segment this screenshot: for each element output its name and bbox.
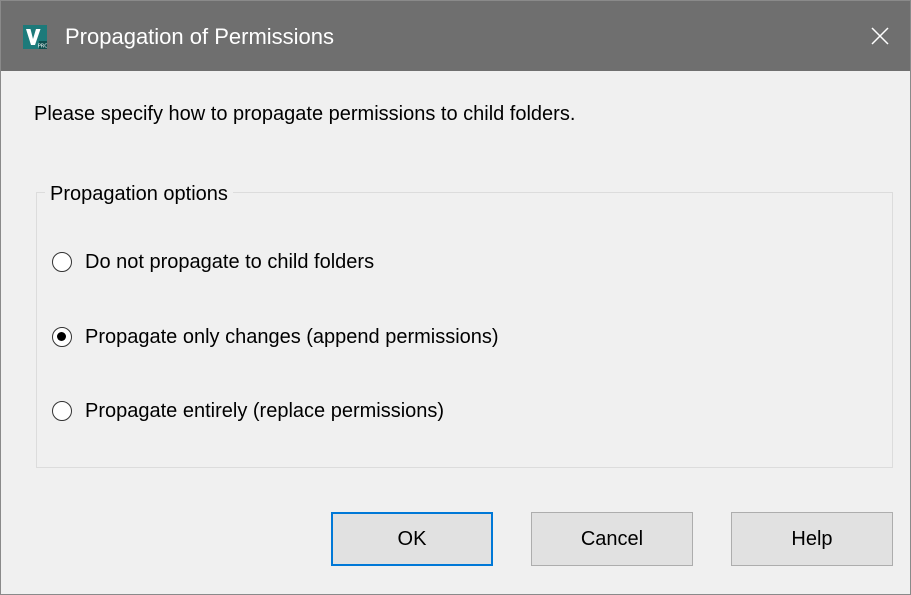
radio-label: Propagate only changes (append permissio… [85,326,499,348]
radio-button[interactable] [52,401,72,421]
radio-label: Propagate entirely (replace permissions) [85,400,445,422]
radio-button[interactable] [52,252,72,272]
radio-propagate-entirely[interactable]: Propagate entirely (replace permissions) [52,398,444,424]
help-button[interactable]: Help [731,512,893,566]
propagation-options-legend: Propagation options [45,181,233,207]
ok-button[interactable]: OK [331,512,493,566]
radio-do-not-propagate[interactable]: Do not propagate to child folders [52,249,374,275]
radio-propagate-only-changes[interactable]: Propagate only changes (append permissio… [52,324,499,350]
cancel-button[interactable]: Cancel [531,512,693,566]
close-icon [871,27,889,45]
svg-text:PRO: PRO [38,44,47,50]
instruction-text: Please specify how to propagate permissi… [34,103,576,125]
window-title: Propagation of Permissions [65,24,335,49]
radio-label: Do not propagate to child folders [85,251,375,273]
title-bar[interactable]: PRO Propagation of Permissions [1,1,910,71]
vault-pro-app-icon: PRO [23,25,47,49]
radio-button[interactable] [52,327,72,347]
dialog-window: PRO Propagation of Permissions Please sp… [0,0,911,595]
close-button[interactable] [850,1,910,71]
dialog-content: Please specify how to propagate permissi… [1,71,910,594]
